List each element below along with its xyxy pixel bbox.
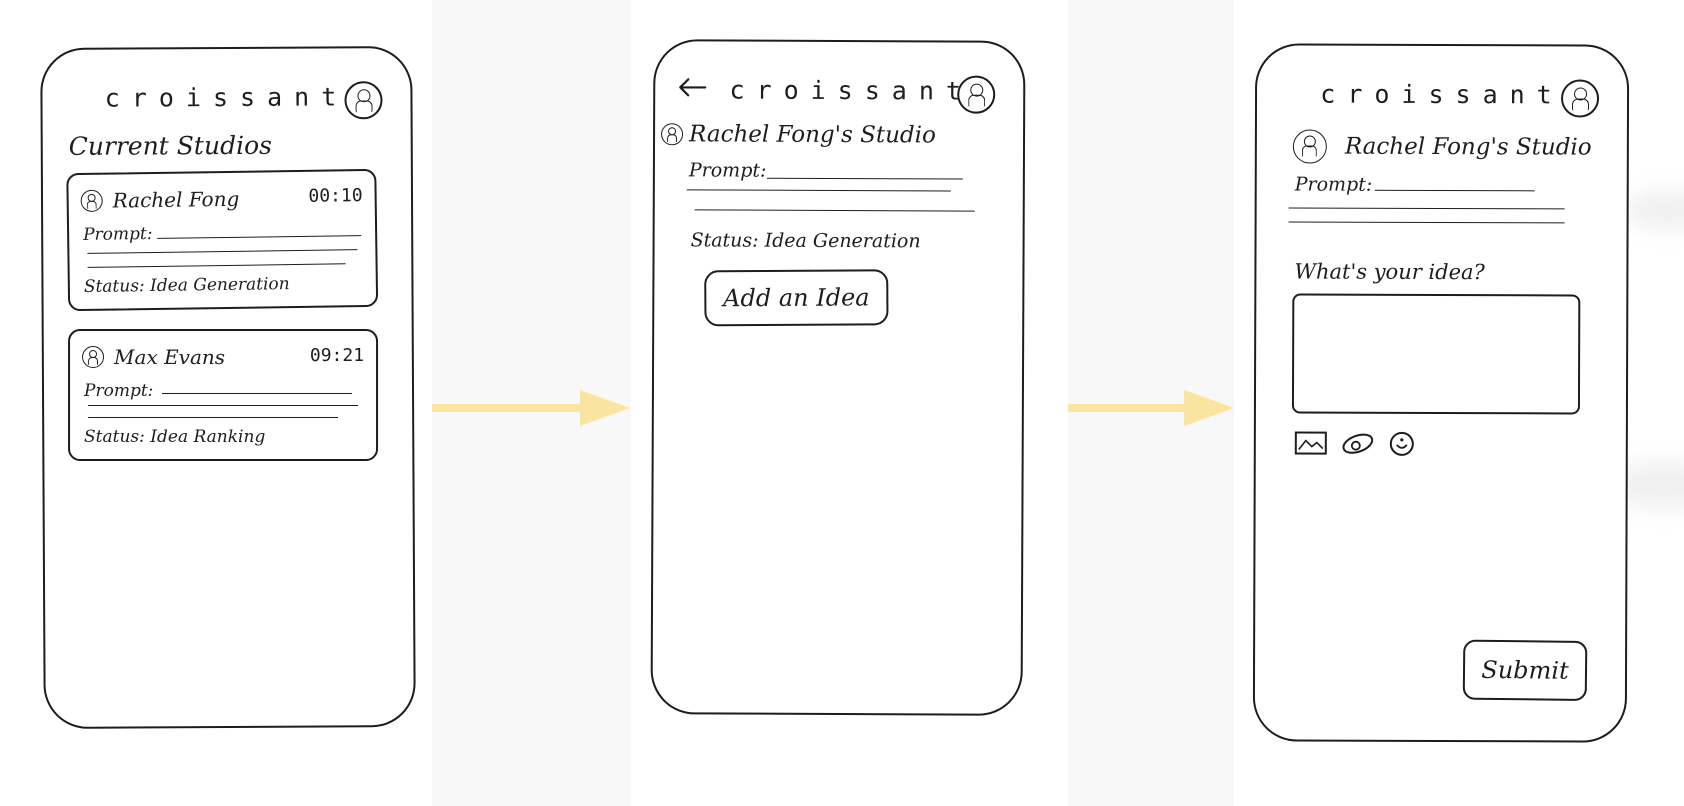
studio-status: Status: Idea Generation bbox=[83, 274, 290, 297]
studio-owner: Max Evans bbox=[82, 345, 225, 369]
phone-screen-add-idea: croissant Rachel Fong's Studio Prompt: W… bbox=[1252, 43, 1630, 743]
studio-timer: 00:10 bbox=[308, 185, 363, 207]
idea-question-label: What's your idea? bbox=[1294, 259, 1485, 285]
studio-owner-name: Max Evans bbox=[114, 345, 226, 370]
studio-status: Status: Idea Ranking bbox=[84, 427, 266, 448]
prompt-line bbox=[686, 189, 951, 192]
studio-status: Status: Idea Generation bbox=[690, 229, 921, 253]
emoji-icon[interactable] bbox=[1388, 431, 1416, 457]
avatar-icon bbox=[82, 346, 105, 369]
avatar-icon bbox=[661, 123, 684, 146]
flow-arrow-icon bbox=[1068, 390, 1234, 426]
prompt-line bbox=[162, 393, 353, 395]
prompt-line bbox=[766, 177, 963, 180]
idea-textarea[interactable] bbox=[1291, 293, 1581, 415]
studio-title: Rachel Fong's Studio bbox=[661, 121, 936, 148]
studio-timer: 09:21 bbox=[309, 345, 365, 367]
section-heading: Current Studios bbox=[68, 130, 272, 161]
avatar-icon bbox=[80, 189, 103, 212]
image-icon[interactable] bbox=[1294, 430, 1328, 456]
studio-title-text: Rachel Fong's Studio bbox=[689, 121, 936, 149]
phone-screen-studio-detail: croissant Rachel Fong's Studio Prompt: S… bbox=[650, 39, 1026, 716]
prompt-line bbox=[87, 249, 358, 254]
studio-owner-name: Rachel Fong bbox=[112, 186, 240, 213]
prompt-line bbox=[87, 263, 346, 268]
profile-avatar-button[interactable] bbox=[344, 81, 383, 120]
prompt-label: Prompt: bbox=[83, 224, 153, 245]
studio-card[interactable]: Rachel Fong 00:10 Prompt: Status: Idea G… bbox=[66, 168, 379, 312]
phone-screen-studios-list: croissant Current Studios Rachel Fong 00… bbox=[40, 46, 416, 729]
avatar-icon bbox=[1292, 129, 1327, 164]
profile-avatar-button[interactable] bbox=[957, 75, 996, 114]
prompt-label: Prompt: bbox=[1294, 173, 1373, 196]
prompt-line bbox=[694, 209, 975, 212]
prompt-label: Prompt: bbox=[84, 381, 154, 402]
prompt-line bbox=[88, 405, 359, 407]
flow-arrow-icon bbox=[432, 390, 630, 426]
add-idea-button[interactable]: Add an Idea bbox=[704, 269, 889, 327]
prompt-line bbox=[157, 235, 362, 239]
studio-card[interactable]: Max Evans 09:21 Prompt: Status: Idea Ran… bbox=[68, 329, 379, 462]
prompt-label: Prompt: bbox=[688, 159, 767, 182]
submit-button[interactable]: Submit bbox=[1462, 639, 1588, 701]
prompt-line bbox=[1288, 221, 1565, 224]
studio-owner: Rachel Fong bbox=[80, 186, 240, 213]
drawing-icon[interactable] bbox=[1340, 431, 1376, 457]
prompt-line bbox=[1374, 189, 1535, 192]
prompt-line bbox=[88, 417, 339, 419]
prompt-line bbox=[1288, 207, 1565, 210]
studio-title-text: Rachel Fong's Studio bbox=[1344, 133, 1592, 161]
profile-avatar-button[interactable] bbox=[1560, 79, 1600, 118]
